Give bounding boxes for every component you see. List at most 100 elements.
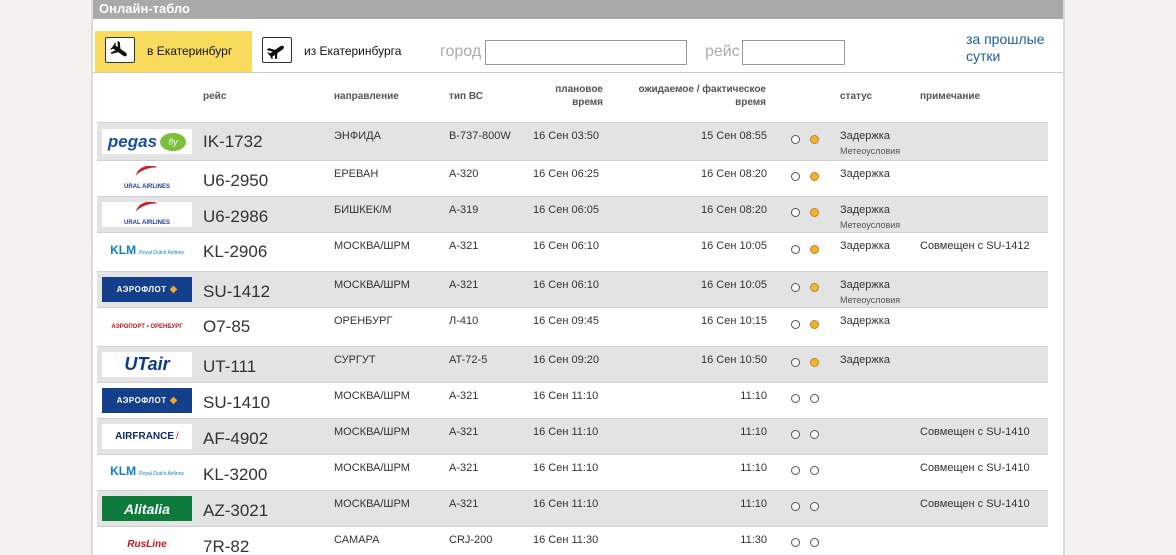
col-status-header: статус xyxy=(840,91,873,102)
table-row[interactable]: RusLine 7R-82 САМАРА CRJ-200 16 Сен 11:30 11:… xyxy=(97,527,1048,555)
expected-time: 11:30 xyxy=(740,534,767,546)
flight-direction: ЕРЕВАН xyxy=(334,168,379,180)
aircraft-type: A-321 xyxy=(449,462,479,474)
flight-number: 7R-82 xyxy=(203,537,250,555)
city-filter-input[interactable] xyxy=(485,40,687,65)
planned-time: 16 Сен 11:10 xyxy=(533,462,599,474)
delay-dot-icon xyxy=(810,502,819,511)
planned-time: 16 Сен 06:05 xyxy=(533,204,600,216)
flight-direction: МОСКВА/ШРМ xyxy=(334,498,410,510)
expected-time: 11:10 xyxy=(740,426,767,438)
table-row[interactable]: KLM Royal Dutch Airlines KL-2906 МОСКВА/ШРМ… xyxy=(97,233,1048,272)
flight-note: Совмещен с SU-1410 xyxy=(920,426,1030,438)
aircraft-type: A-321 xyxy=(449,426,479,438)
flight-filter-label: рейс xyxy=(705,43,740,60)
online-board-panel: Онлайн-табло в Екатеринбург из Екатеринб… xyxy=(91,0,1065,555)
delay-dot-icon xyxy=(810,283,819,292)
flight-direction: ОРЕНБУРГ xyxy=(334,315,393,327)
table-row[interactable]: KLM Royal Dutch Airlines KL-3200 МОСКВА/ШРМ… xyxy=(97,455,1048,491)
airline-logo: URAL AIRLINES xyxy=(102,166,192,191)
arrival-plane-icon xyxy=(105,37,135,63)
expected-time: 16 Сен 08:20 xyxy=(700,168,767,180)
past-day-link[interactable]: за прошлые сутки xyxy=(966,31,1056,65)
flight-direction: БИШКЕК/М xyxy=(334,204,392,216)
flight-number: AZ-3021 xyxy=(203,501,269,520)
flight-direction: МОСКВА/ШРМ xyxy=(334,426,410,438)
aircraft-type: AT-72-5 xyxy=(449,354,488,366)
planned-time: 16 Сен 06:10 xyxy=(533,240,600,252)
flight-direction: МОСКВА/ШРМ xyxy=(334,279,410,291)
airline-logo: URAL AIRLINES xyxy=(102,202,192,227)
table-row[interactable]: АЭРОФЛОТ ◆ SU-1412 МОСКВА/ШРМ A-321 16 Сен 06… xyxy=(97,272,1048,308)
planned-time: 16 Сен 06:25 xyxy=(533,168,600,180)
expected-time: 11:10 xyxy=(740,498,767,510)
table-row[interactable]: UTair UT-111 СУРГУТ AT-72-5 16 Сен 09:20 16 С… xyxy=(97,347,1048,383)
flight-number: SU-1410 xyxy=(203,393,271,412)
delay-dot-icon xyxy=(810,135,819,144)
airline-logo: pegas fly xyxy=(102,129,192,154)
delay-dot-icon xyxy=(810,172,819,181)
table-row[interactable]: pegas fly IK-1732 ЭНФИДА B-737-800W 16 Сен 03… xyxy=(97,122,1048,161)
expected-time: 16 Сен 10:05 xyxy=(700,279,767,291)
delay-dot-icon xyxy=(810,430,819,439)
status-dot-icon xyxy=(791,172,800,181)
table-row[interactable]: Alitalia AZ-3021 МОСКВА/ШРМ A-321 16 Сен 11:… xyxy=(97,491,1048,527)
flight-note: Совмещен с SU-1410 xyxy=(920,462,1030,474)
expected-time: 11:10 xyxy=(740,462,767,474)
flight-direction: ЭНФИДА xyxy=(334,130,381,142)
airline-logo: KLM Royal Dutch Airlines xyxy=(102,460,192,485)
flight-direction: МОСКВА/ШРМ xyxy=(334,462,410,474)
tab-arrivals-label: в Екатеринбург xyxy=(147,44,233,58)
table-row[interactable]: АЭРОПОРТ • ОРЕНБУРГ O7-85 ОРЕНБУРГ Л-410 16 … xyxy=(97,308,1048,347)
status-dot-icon xyxy=(791,208,800,217)
planned-time: 16 Сен 11:10 xyxy=(533,426,599,438)
status-dot-icon xyxy=(791,502,800,511)
flight-status: Задержка xyxy=(840,204,890,216)
col-note-header: примечание xyxy=(920,91,981,102)
col-flight-header: рейс xyxy=(203,91,227,102)
table-row[interactable]: АЭРОФЛОТ ◆ SU-1410 МОСКВА/ШРМ A-321 16 Сен 11… xyxy=(97,383,1048,419)
tab-departures[interactable]: из Екатеринбурга xyxy=(252,31,422,72)
airline-logo: АЭРОФЛОТ ◆ xyxy=(102,277,192,302)
aircraft-type: A-321 xyxy=(449,240,479,252)
flight-status: Задержка xyxy=(840,240,890,252)
flight-status: Задержка xyxy=(840,354,890,366)
status-reason: Метеоусловия xyxy=(840,295,901,305)
flight-number: IK-1732 xyxy=(203,132,263,151)
col-expected-header: ожидаемое / фактическое время xyxy=(638,84,766,108)
airline-logo: АЭРОФЛОТ ◆ xyxy=(102,388,192,413)
status-dot-icon xyxy=(791,394,800,403)
airline-logo: RusLine xyxy=(102,532,192,555)
table-row[interactable]: URAL AIRLINES U6-2986 БИШКЕК/М A-319 16 Сен … xyxy=(97,197,1048,233)
flight-number: U6-2950 xyxy=(203,171,269,190)
flight-number: AF-4902 xyxy=(203,429,269,448)
status-dot-icon xyxy=(791,466,800,475)
aircraft-type: A-321 xyxy=(449,498,479,510)
expected-time: 11:10 xyxy=(740,390,767,402)
aircraft-type: B-737-800W xyxy=(449,130,511,142)
aircraft-type: A-320 xyxy=(449,168,479,180)
planned-time: 16 Сен 03:50 xyxy=(533,130,600,142)
planned-time: 16 Сен 09:45 xyxy=(533,315,600,327)
delay-dot-icon xyxy=(810,208,819,217)
flight-direction: МОСКВА/ШРМ xyxy=(334,240,410,252)
status-dot-icon xyxy=(791,245,800,254)
table-row[interactable]: URAL AIRLINES U6-2950 ЕРЕВАН A-320 16 Сен 06… xyxy=(97,161,1048,197)
flight-note: Совмещен с SU-1412 xyxy=(920,240,1030,252)
table-row[interactable]: AIRFRANCE / AF-4902 МОСКВА/ШРМ A-321 16 Сен 1… xyxy=(97,419,1048,455)
expected-time: 16 Сен 10:15 xyxy=(700,315,767,327)
tab-arrivals[interactable]: в Екатеринбург xyxy=(95,31,252,72)
delay-dot-icon xyxy=(810,320,819,329)
status-dot-icon xyxy=(791,320,800,329)
flight-number: U6-2986 xyxy=(203,207,269,226)
planned-time: 16 Сен 11:10 xyxy=(533,498,599,510)
aircraft-type: A-321 xyxy=(449,390,479,402)
flight-filter-input[interactable] xyxy=(742,40,845,65)
tab-departures-label: из Екатеринбурга xyxy=(304,44,402,58)
status-dot-icon xyxy=(791,283,800,292)
flight-number: KL-3200 xyxy=(203,465,268,484)
delay-dot-icon xyxy=(810,245,819,254)
airline-logo: AIRFRANCE / xyxy=(102,424,192,449)
board-title: Онлайн-табло xyxy=(93,0,1063,19)
flight-status: Задержка xyxy=(840,315,890,327)
